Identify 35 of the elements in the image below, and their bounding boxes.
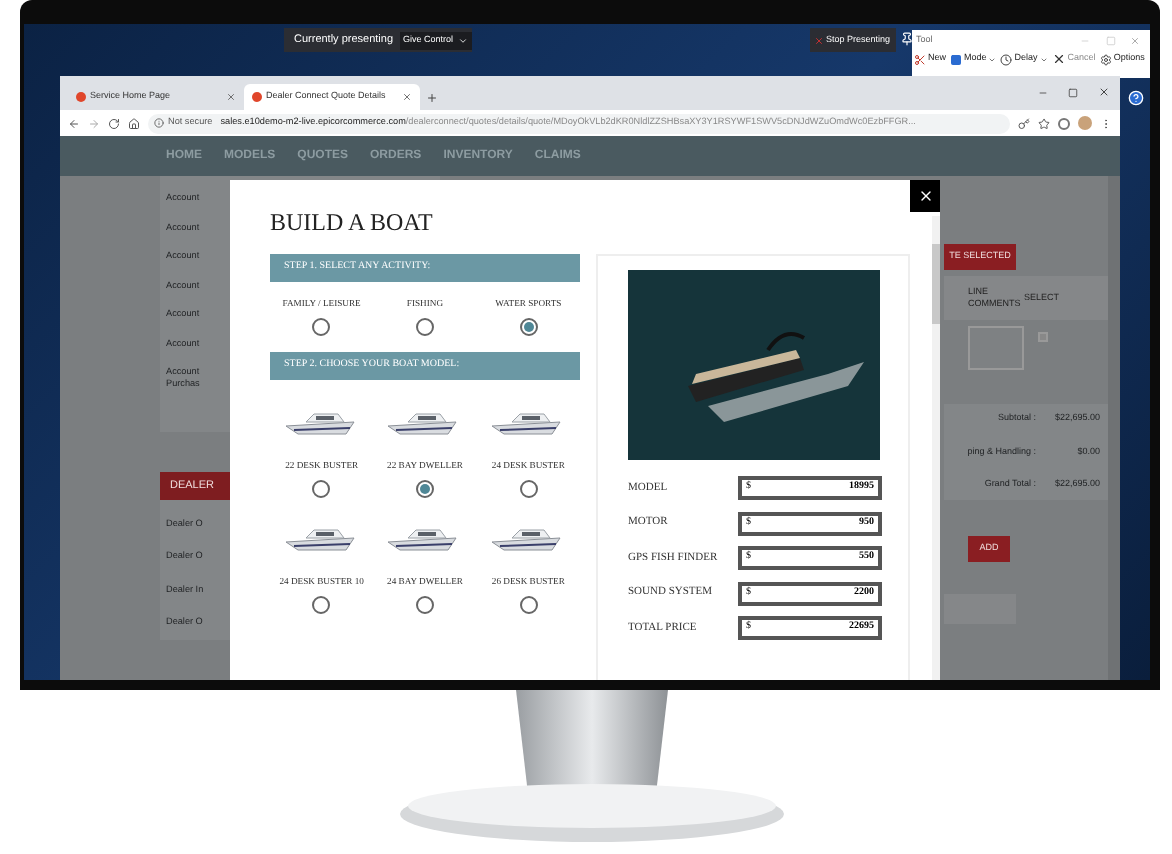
maximize-icon[interactable] [1068,88,1078,98]
radio-button[interactable] [415,317,434,336]
dialog-scrollbar[interactable] [932,216,940,680]
reload-icon[interactable] [108,117,120,129]
radio-button[interactable] [415,479,434,498]
pin-icon[interactable] [900,32,914,46]
clock-icon [1000,53,1013,65]
bookmark-star-icon[interactable] [1038,117,1050,129]
square-icon [950,53,963,65]
info-icon [154,118,164,128]
select-checkbox[interactable] [1038,332,1048,342]
settings-icon [1099,53,1112,65]
home-icon[interactable] [128,117,140,129]
page-scrollbar[interactable] [1108,176,1120,680]
radio-button[interactable] [312,595,331,614]
close-icon [917,188,933,204]
radio-button[interactable] [519,479,538,498]
radio-button[interactable] [415,595,434,614]
help-icon[interactable] [1128,90,1144,106]
radio-button[interactable] [519,595,538,614]
radio-button[interactable] [312,317,331,336]
radio-button[interactable] [312,479,331,498]
back-icon[interactable] [68,117,80,129]
site-favicon [76,92,86,102]
radio-button[interactable] [519,317,538,336]
caret-icon [457,35,468,45]
comments-field[interactable] [968,326,1024,370]
scissors-icon [914,53,926,65]
close-icon[interactable] [1098,86,1110,98]
dialog-title: BUILD A BOAT [270,208,435,236]
close-button[interactable] [910,180,940,212]
key-icon[interactable] [1018,117,1030,129]
new-tab-icon[interactable] [426,92,438,104]
close-icon [1051,52,1066,66]
site-favicon [252,92,262,102]
